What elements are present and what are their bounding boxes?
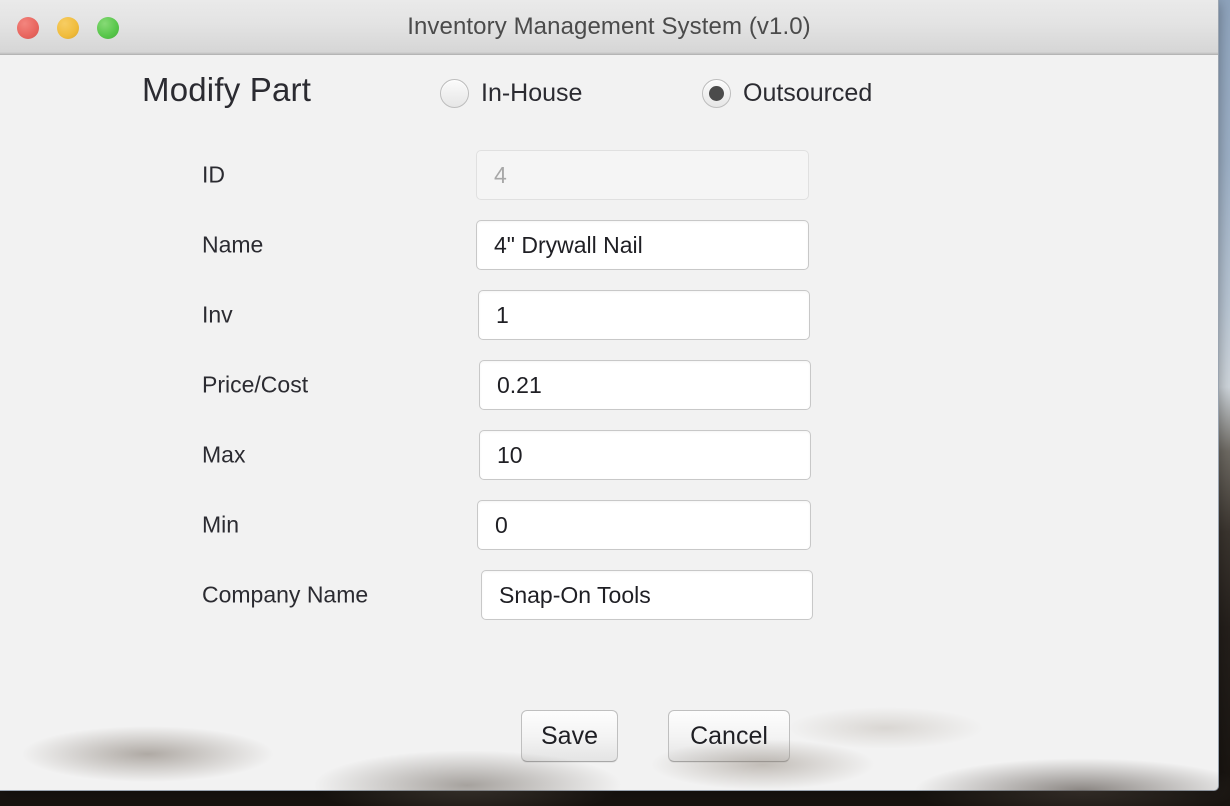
form-row-max: Max 10 (202, 430, 1218, 480)
form-row-min: Min 0 (202, 500, 1218, 550)
label-name: Name (202, 232, 263, 259)
radio-in-house-label: In-House (481, 79, 582, 108)
window-controls (17, 0, 119, 55)
radio-outsourced-icon[interactable] (702, 79, 731, 108)
form-row-inv: Inv 1 (202, 290, 1218, 340)
label-id: ID (202, 162, 225, 189)
label-inv: Inv (202, 302, 233, 329)
max-input[interactable]: 10 (479, 430, 811, 480)
form-row-name: Name 4" Drywall Nail (202, 220, 1218, 270)
zoom-button[interactable] (97, 17, 119, 39)
form-row-price-cost: Price/Cost 0.21 (202, 360, 1218, 410)
application-window: Inventory Management System (v1.0) Modif… (0, 0, 1219, 791)
radio-outsourced-label: Outsourced (743, 79, 872, 108)
label-company-name: Company Name (202, 582, 368, 609)
page-title: Modify Part (142, 71, 311, 109)
cancel-button[interactable]: Cancel (668, 710, 790, 762)
desktop-wallpaper: Inventory Management System (v1.0) Modif… (0, 0, 1230, 806)
window-title: Inventory Management System (v1.0) (407, 13, 811, 41)
company-name-input[interactable]: Snap-On Tools (481, 570, 813, 620)
form-actions: Save Cancel (0, 710, 1218, 762)
label-max: Max (202, 442, 245, 469)
minimize-button[interactable] (57, 17, 79, 39)
name-input[interactable]: 4" Drywall Nail (476, 220, 809, 270)
price-cost-input[interactable]: 0.21 (479, 360, 811, 410)
label-min: Min (202, 512, 239, 539)
radio-outsourced[interactable]: Outsourced (702, 79, 872, 108)
id-input: 4 (476, 150, 809, 200)
inv-input[interactable]: 1 (478, 290, 810, 340)
form-header: Modify Part In-House Outsourced (0, 55, 1218, 125)
radio-in-house[interactable]: In-House (440, 79, 582, 108)
close-button[interactable] (17, 17, 39, 39)
form-row-id: ID 4 (202, 150, 1218, 200)
save-button[interactable]: Save (521, 710, 618, 762)
radio-in-house-icon[interactable] (440, 79, 469, 108)
min-input[interactable]: 0 (477, 500, 811, 550)
form-content: Modify Part In-House Outsourced ID (0, 55, 1218, 790)
window-titlebar: Inventory Management System (v1.0) (0, 0, 1218, 55)
label-price-cost: Price/Cost (202, 372, 308, 399)
form-row-company-name: Company Name Snap-On Tools (202, 570, 1218, 620)
